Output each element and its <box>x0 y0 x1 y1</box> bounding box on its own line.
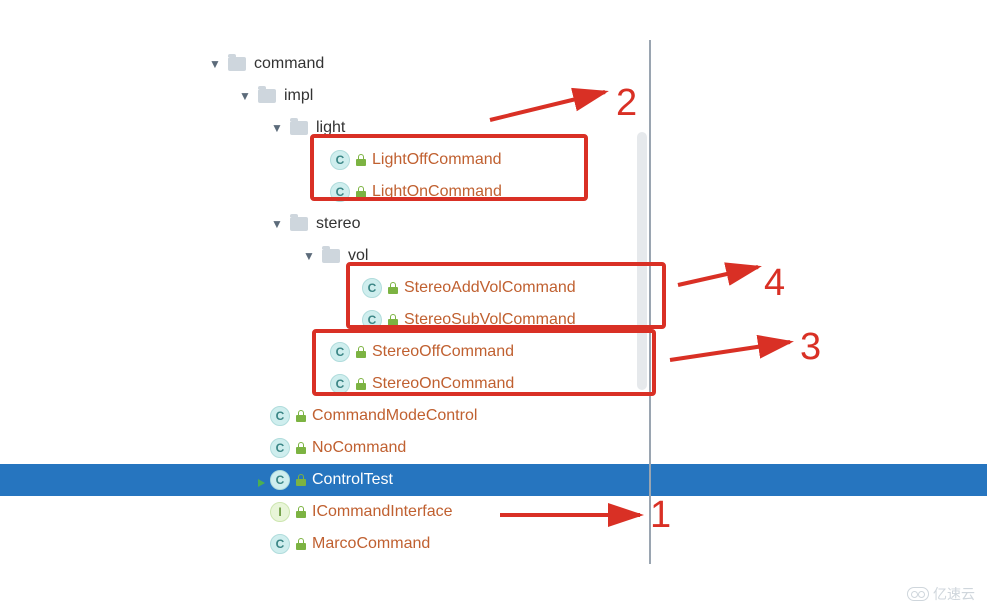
class-icon: C <box>270 406 290 426</box>
class-icon: C <box>270 534 290 554</box>
tree-label: stereo <box>316 215 360 233</box>
tree-label: StereoOnCommand <box>372 375 514 393</box>
folder-icon <box>290 217 308 231</box>
tree-label: command <box>254 55 324 73</box>
class-icon: C <box>270 470 290 490</box>
class-icon: C <box>362 310 382 330</box>
chevron-down-icon: ▼ <box>270 217 284 231</box>
class-icon: C <box>330 342 350 362</box>
class-icon: C <box>270 438 290 458</box>
watermark-icon <box>907 587 929 601</box>
tree-item-stereoaddvolcommand[interactable]: C StereoAddVolCommand <box>0 272 987 304</box>
tree-label: NoCommand <box>312 439 406 457</box>
tree-item-icommandinterface[interactable]: I ICommandInterface <box>0 496 987 528</box>
lock-icon <box>296 442 306 454</box>
tree-item-stereosubvolcommand[interactable]: C StereoSubVolCommand <box>0 304 987 336</box>
divider <box>649 40 651 564</box>
class-icon: C <box>362 278 382 298</box>
tree-label: ControlTest <box>312 471 393 489</box>
tree-label: LightOnCommand <box>372 183 502 201</box>
tree-item-stereooffcommand[interactable]: C StereoOffCommand <box>0 336 987 368</box>
lock-icon <box>388 282 398 294</box>
tree-label: light <box>316 119 345 137</box>
tree-item-stereooncommand[interactable]: C StereoOnCommand <box>0 368 987 400</box>
chevron-down-icon: ▼ <box>238 89 252 103</box>
tree-item-nocommand[interactable]: C NoCommand <box>0 432 987 464</box>
folder-icon <box>290 121 308 135</box>
tree-label: CommandModeControl <box>312 407 477 425</box>
lock-icon <box>296 538 306 550</box>
tree-label: LightOffCommand <box>372 151 502 169</box>
class-icon: C <box>330 374 350 394</box>
tree-label: vol <box>348 247 368 265</box>
tree-item-marcocommand[interactable]: C MarcoCommand <box>0 528 987 560</box>
watermark-text: 亿速云 <box>933 584 975 604</box>
scrollbar-thumb[interactable] <box>637 132 647 390</box>
tree-label: ICommandInterface <box>312 503 453 521</box>
folder-icon <box>228 57 246 71</box>
lock-icon <box>296 410 306 422</box>
chevron-down-icon: ▼ <box>270 121 284 135</box>
chevron-down-icon: ▼ <box>208 57 222 71</box>
lock-icon <box>356 378 366 390</box>
lock-icon <box>356 346 366 358</box>
tree-item-impl[interactable]: ▼ impl <box>0 80 987 112</box>
tree-label: MarcoCommand <box>312 535 430 553</box>
tree-label: StereoAddVolCommand <box>404 279 576 297</box>
class-icon: C <box>330 182 350 202</box>
folder-icon <box>258 89 276 103</box>
tree-label: impl <box>284 87 313 105</box>
tree-item-stereo[interactable]: ▼ stereo <box>0 208 987 240</box>
tree-item-lightoncommand[interactable]: C LightOnCommand <box>0 176 987 208</box>
tree-item-controltest[interactable]: C ControlTest <box>0 464 987 496</box>
interface-icon: I <box>270 502 290 522</box>
tree-item-vol[interactable]: ▼ vol <box>0 240 987 272</box>
class-icon: C <box>330 150 350 170</box>
run-icon <box>258 479 265 487</box>
lock-icon <box>296 506 306 518</box>
tree-label: StereoSubVolCommand <box>404 311 576 329</box>
tree-item-lightoffcommand[interactable]: C LightOffCommand <box>0 144 987 176</box>
tree-label: StereoOffCommand <box>372 343 514 361</box>
watermark: 亿速云 <box>907 584 975 604</box>
lock-icon <box>296 474 306 486</box>
folder-icon <box>322 249 340 263</box>
lock-icon <box>356 154 366 166</box>
chevron-down-icon: ▼ <box>302 249 316 263</box>
tree-item-light[interactable]: ▼ light <box>0 112 987 144</box>
lock-icon <box>356 186 366 198</box>
package-tree: ▼ command ▼ impl ▼ light C LightOffComma… <box>0 0 987 560</box>
lock-icon <box>388 314 398 326</box>
tree-item-command[interactable]: ▼ command <box>0 48 987 80</box>
tree-item-commandmodecontrol[interactable]: C CommandModeControl <box>0 400 987 432</box>
